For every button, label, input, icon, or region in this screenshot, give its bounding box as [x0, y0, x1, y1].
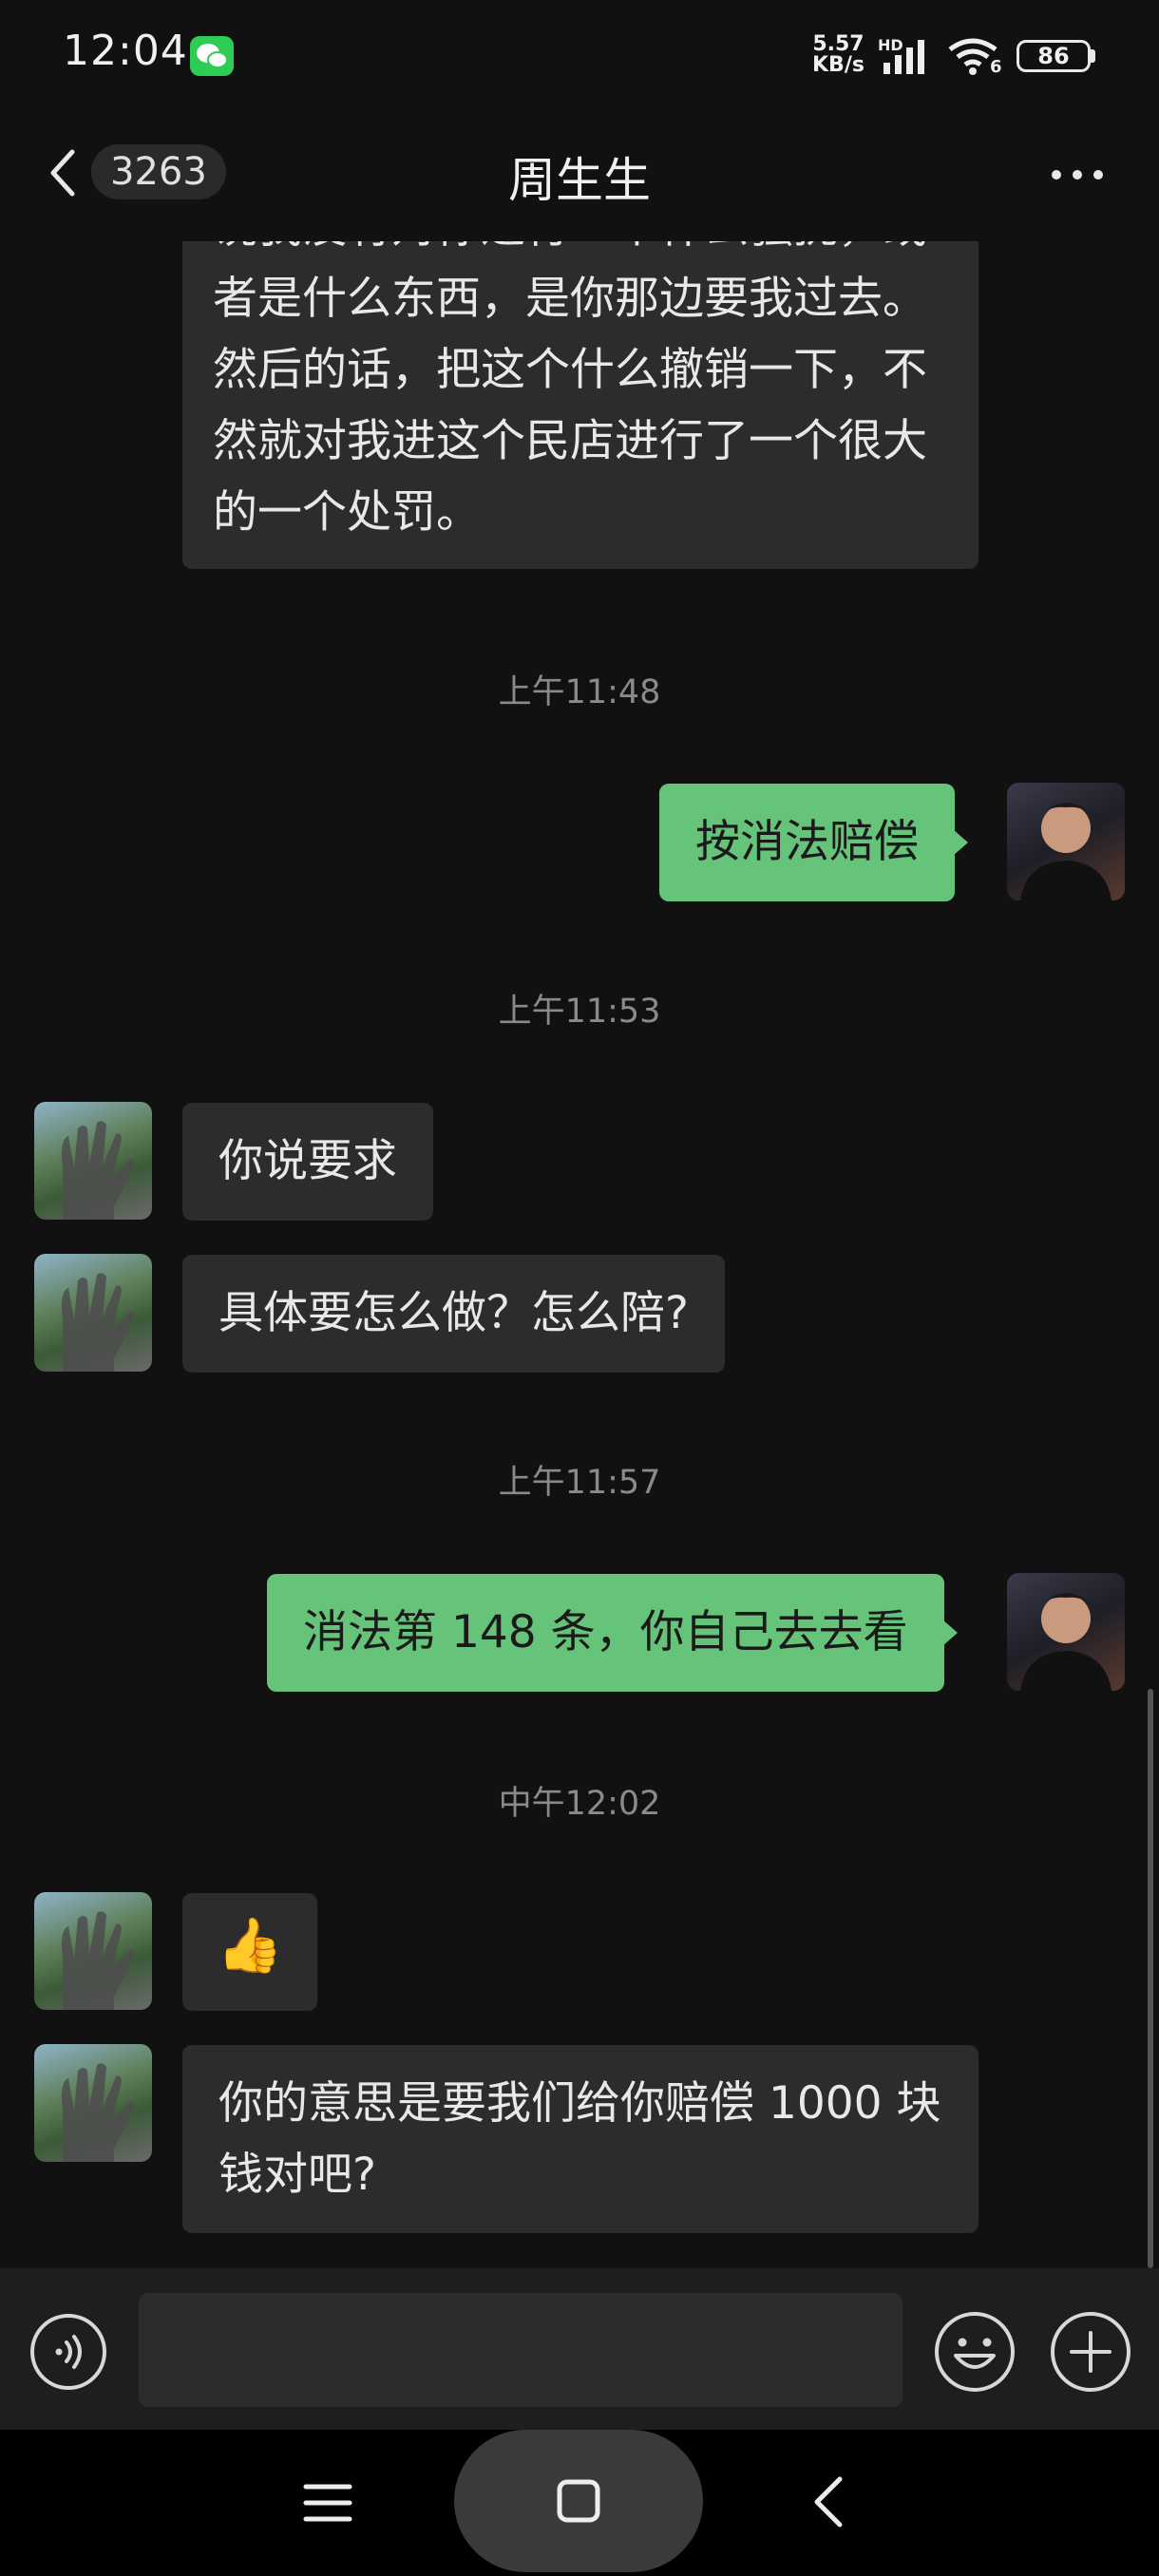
wifi-icon: 6 — [946, 36, 1003, 78]
network-speed: 5.57 KB/s — [812, 34, 864, 76]
wifi-label: 6 — [990, 57, 1002, 77]
home-square-icon[interactable] — [555, 2477, 602, 2525]
more-dots-icon[interactable] — [1049, 167, 1106, 182]
message-bubble-incoming[interactable]: 说我没有对你进行一个什么骚扰，或者是什么东西，是你那边要我过去。然后的话，把这个… — [182, 241, 978, 569]
menu-icon[interactable] — [302, 2477, 353, 2529]
contact-avatar[interactable] — [34, 1892, 152, 2010]
my-avatar[interactable] — [1007, 783, 1125, 900]
battery-indicator: 86 — [1016, 40, 1091, 72]
message-bubble-outgoing[interactable]: 消法第 148 条，你自己去去看 — [267, 1574, 958, 1692]
voice-icon[interactable] — [28, 2312, 108, 2392]
message-bubble-incoming[interactable]: 你说要求 — [182, 1103, 433, 1221]
status-time: 12:04 — [63, 27, 188, 75]
network-speed-unit: KB/s — [812, 53, 864, 77]
my-avatar[interactable] — [1007, 1573, 1125, 1691]
message-timestamp: 上午11:57 — [498, 1464, 661, 1502]
message-timestamp: 中午12:02 — [498, 1785, 661, 1823]
message-timestamp: 上午11:48 — [498, 673, 661, 711]
wechat-notification-icon — [190, 36, 234, 76]
plus-icon[interactable] — [1049, 2310, 1132, 2394]
contact-avatar[interactable] — [34, 2044, 152, 2162]
contact-avatar[interactable] — [34, 1254, 152, 1372]
message-bubble-outgoing[interactable]: 按消法赔偿 — [659, 784, 968, 901]
battery-tip — [1091, 49, 1095, 63]
emoji-icon[interactable] — [933, 2310, 1016, 2394]
signal-icon — [884, 40, 924, 74]
message-timestamp: 上午11:53 — [498, 993, 661, 1031]
message-input[interactable] — [139, 2293, 902, 2407]
back-nav-icon[interactable] — [809, 2473, 847, 2530]
message-bubble-incoming[interactable]: 你的意思是要我们给你赔偿 1000 块钱对吧? — [182, 2045, 978, 2233]
contact-avatar[interactable] — [34, 1102, 152, 1220]
message-bubble-incoming[interactable]: 具体要怎么做？怎么陪? — [182, 1255, 725, 1373]
network-speed-value: 5.57 — [812, 32, 864, 56]
chat-title: 周生生 — [508, 153, 651, 208]
scrollbar[interactable] — [1148, 1689, 1153, 2268]
message-bubble-emoji[interactable]: 👍 — [182, 1893, 317, 2011]
message-list[interactable]: 说我没有对你进行一个什么骚扰，或者是什么东西，是你那边要我过去。然后的话，把这个… — [0, 241, 1159, 2268]
